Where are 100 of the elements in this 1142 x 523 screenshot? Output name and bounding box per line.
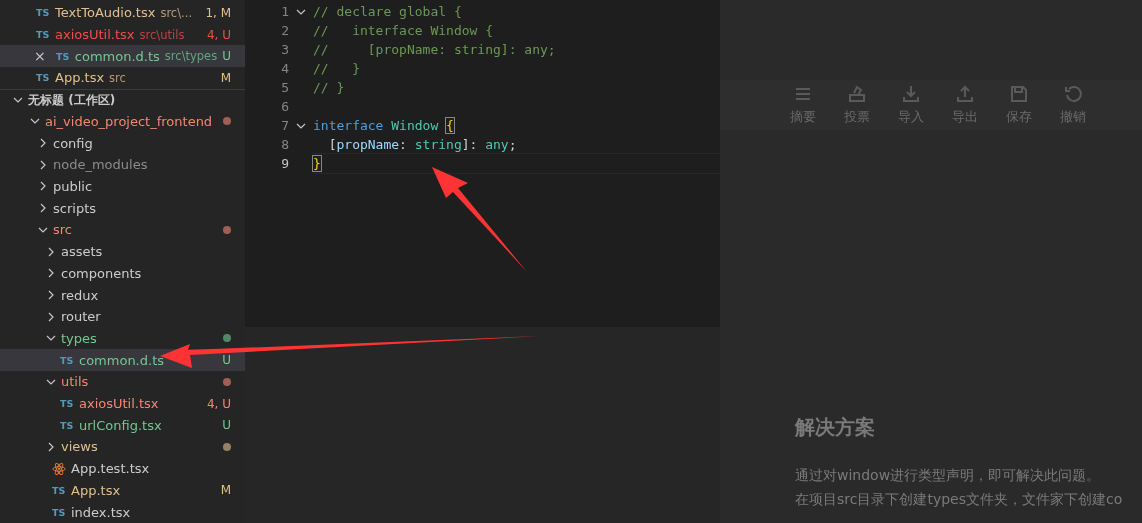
section-heading: 解决方案 xyxy=(795,414,876,441)
file-name: src xyxy=(53,222,72,238)
file-path: src xyxy=(109,70,126,85)
code-line: } xyxy=(313,153,720,174)
git-status-label: U xyxy=(222,49,231,64)
folder-item[interactable]: ai_video_project_frontend xyxy=(0,110,245,133)
folder-item[interactable]: scripts xyxy=(0,197,245,220)
code-line: // } xyxy=(313,79,346,97)
file-name: common.d.ts xyxy=(79,352,164,368)
folder-item[interactable]: components xyxy=(0,262,245,285)
file-path: src\types xyxy=(164,49,218,64)
file-name: redux xyxy=(61,287,99,303)
file-name: utils xyxy=(61,374,89,390)
chevron-icon xyxy=(46,311,56,322)
git-status-label: 4, U xyxy=(206,27,231,42)
list-icon xyxy=(795,88,811,100)
code-line: // interface Window { xyxy=(313,22,494,40)
git-status-label: M xyxy=(220,483,231,498)
chevron-icon xyxy=(38,181,48,192)
code-line: // [propName: string]: any; xyxy=(313,41,557,59)
folder-item[interactable]: types xyxy=(0,327,245,350)
atom-icon xyxy=(52,461,66,476)
upload-icon xyxy=(957,85,973,102)
paragraph: 在项目src目录下创建types文件夹，文件家下创建co xyxy=(795,491,1124,509)
file-name: public xyxy=(53,179,93,194)
typescript-file-icon: TS xyxy=(52,506,66,518)
folder-item[interactable]: node_modules xyxy=(0,153,245,176)
file-name: axiosUtil.tsx xyxy=(55,27,135,43)
typescript-file-icon: TS xyxy=(52,484,66,496)
chevron-icon xyxy=(38,138,48,149)
typescript-file-icon: TS xyxy=(60,419,74,431)
git-status-label: 4, U xyxy=(206,396,231,411)
file-item[interactable]: TS index.tsx xyxy=(0,501,245,523)
chevron-icon xyxy=(46,441,56,452)
open-editor-item[interactable]: × TS common.d.ts src\types U xyxy=(0,45,245,68)
file-name: index.tsx xyxy=(71,504,131,520)
file-item[interactable]: App.test.tsx xyxy=(0,457,245,480)
workspace-title: 无标题 (工作区) xyxy=(28,91,116,109)
line-number: 9 xyxy=(280,156,289,171)
file-name: App.test.tsx xyxy=(71,461,150,477)
folder-item[interactable]: assets xyxy=(0,240,245,263)
typescript-file-icon: TS xyxy=(36,72,50,84)
code-editor[interactable]: 1 // declare global { 2 // interface Window { 3 // [propName: string]: any; 4 // } 5 // } 6 7 interface Window { 8 [propName: string]: any; 9 } xyxy=(245,0,720,327)
line-number: 7 xyxy=(280,118,289,133)
folder-item[interactable]: router xyxy=(0,305,245,328)
undo-icon xyxy=(1065,86,1082,102)
save-icon xyxy=(1011,86,1027,102)
file-name: axiosUtil.tsx xyxy=(79,396,159,411)
file-name: node_modules xyxy=(53,157,148,173)
file-path: src\utils xyxy=(139,27,185,42)
code-line: interface Window { xyxy=(313,117,455,135)
code-line: // declare global { xyxy=(313,3,463,21)
chevron-icon xyxy=(46,268,56,279)
file-name: App.tsx xyxy=(71,482,121,498)
folder-item[interactable]: utils xyxy=(0,370,245,393)
ballot-box-icon xyxy=(849,85,865,102)
folder-item[interactable]: config xyxy=(0,132,245,154)
code-line: // } xyxy=(313,60,361,78)
file-item[interactable]: TS App.tsx M xyxy=(0,479,245,502)
file-name: components xyxy=(61,265,142,281)
chevron-icon xyxy=(38,203,48,214)
open-editor-item[interactable]: TS axiosUtil.tsx src\utils 4, U xyxy=(0,23,245,46)
file-name: router xyxy=(61,309,101,325)
chevron-icon xyxy=(38,159,48,170)
file-name: views xyxy=(61,439,98,455)
typescript-file-icon: TS xyxy=(60,354,74,366)
file-name: scripts xyxy=(53,200,96,216)
line-number: 3 xyxy=(280,42,289,57)
typescript-file-icon: TS xyxy=(36,29,50,41)
folder-item[interactable]: redux xyxy=(0,284,245,306)
folder-item[interactable]: src xyxy=(0,219,245,241)
file-name: urlConfig.tsx xyxy=(79,417,162,433)
chevron-icon xyxy=(46,290,56,300)
line-number: 6 xyxy=(280,99,289,114)
line-number: 1 xyxy=(280,4,289,19)
typescript-file-icon: TS xyxy=(56,50,70,62)
git-status-label: M xyxy=(220,70,231,85)
file-item[interactable]: TS urlConfig.tsx U xyxy=(0,414,245,437)
file-name: TextToAudio.tsx xyxy=(55,5,156,21)
open-editor-item[interactable]: TS TextToAudio.tsx src\... 1, M xyxy=(0,2,245,24)
open-editor-item[interactable]: TS App.tsx src M xyxy=(0,67,245,89)
file-name: assets xyxy=(61,244,103,260)
folder-item[interactable]: public xyxy=(0,175,245,198)
line-number: 4 xyxy=(280,61,289,76)
paragraph: 通过对window进行类型声明，即可解决此问题。 xyxy=(795,467,1102,485)
code-line: [propName: string]: any; xyxy=(327,136,518,154)
file-path: src\... xyxy=(160,5,193,20)
folder-item[interactable]: views xyxy=(0,436,245,458)
typescript-file-icon: TS xyxy=(36,7,50,19)
close-icon[interactable]: × xyxy=(34,48,46,65)
download-icon xyxy=(903,85,919,102)
chevron-icon xyxy=(46,246,56,257)
line-number: 8 xyxy=(280,137,289,152)
file-item[interactable]: TS axiosUtil.tsx 4, U xyxy=(0,392,245,415)
file-name: common.d.ts xyxy=(74,48,160,64)
line-number: 5 xyxy=(280,80,289,95)
line-number: 2 xyxy=(280,23,289,38)
workspace-header[interactable]: 无标题 (工作区) xyxy=(0,88,245,111)
file-name: App.tsx xyxy=(55,70,105,86)
file-name: config xyxy=(53,135,93,151)
